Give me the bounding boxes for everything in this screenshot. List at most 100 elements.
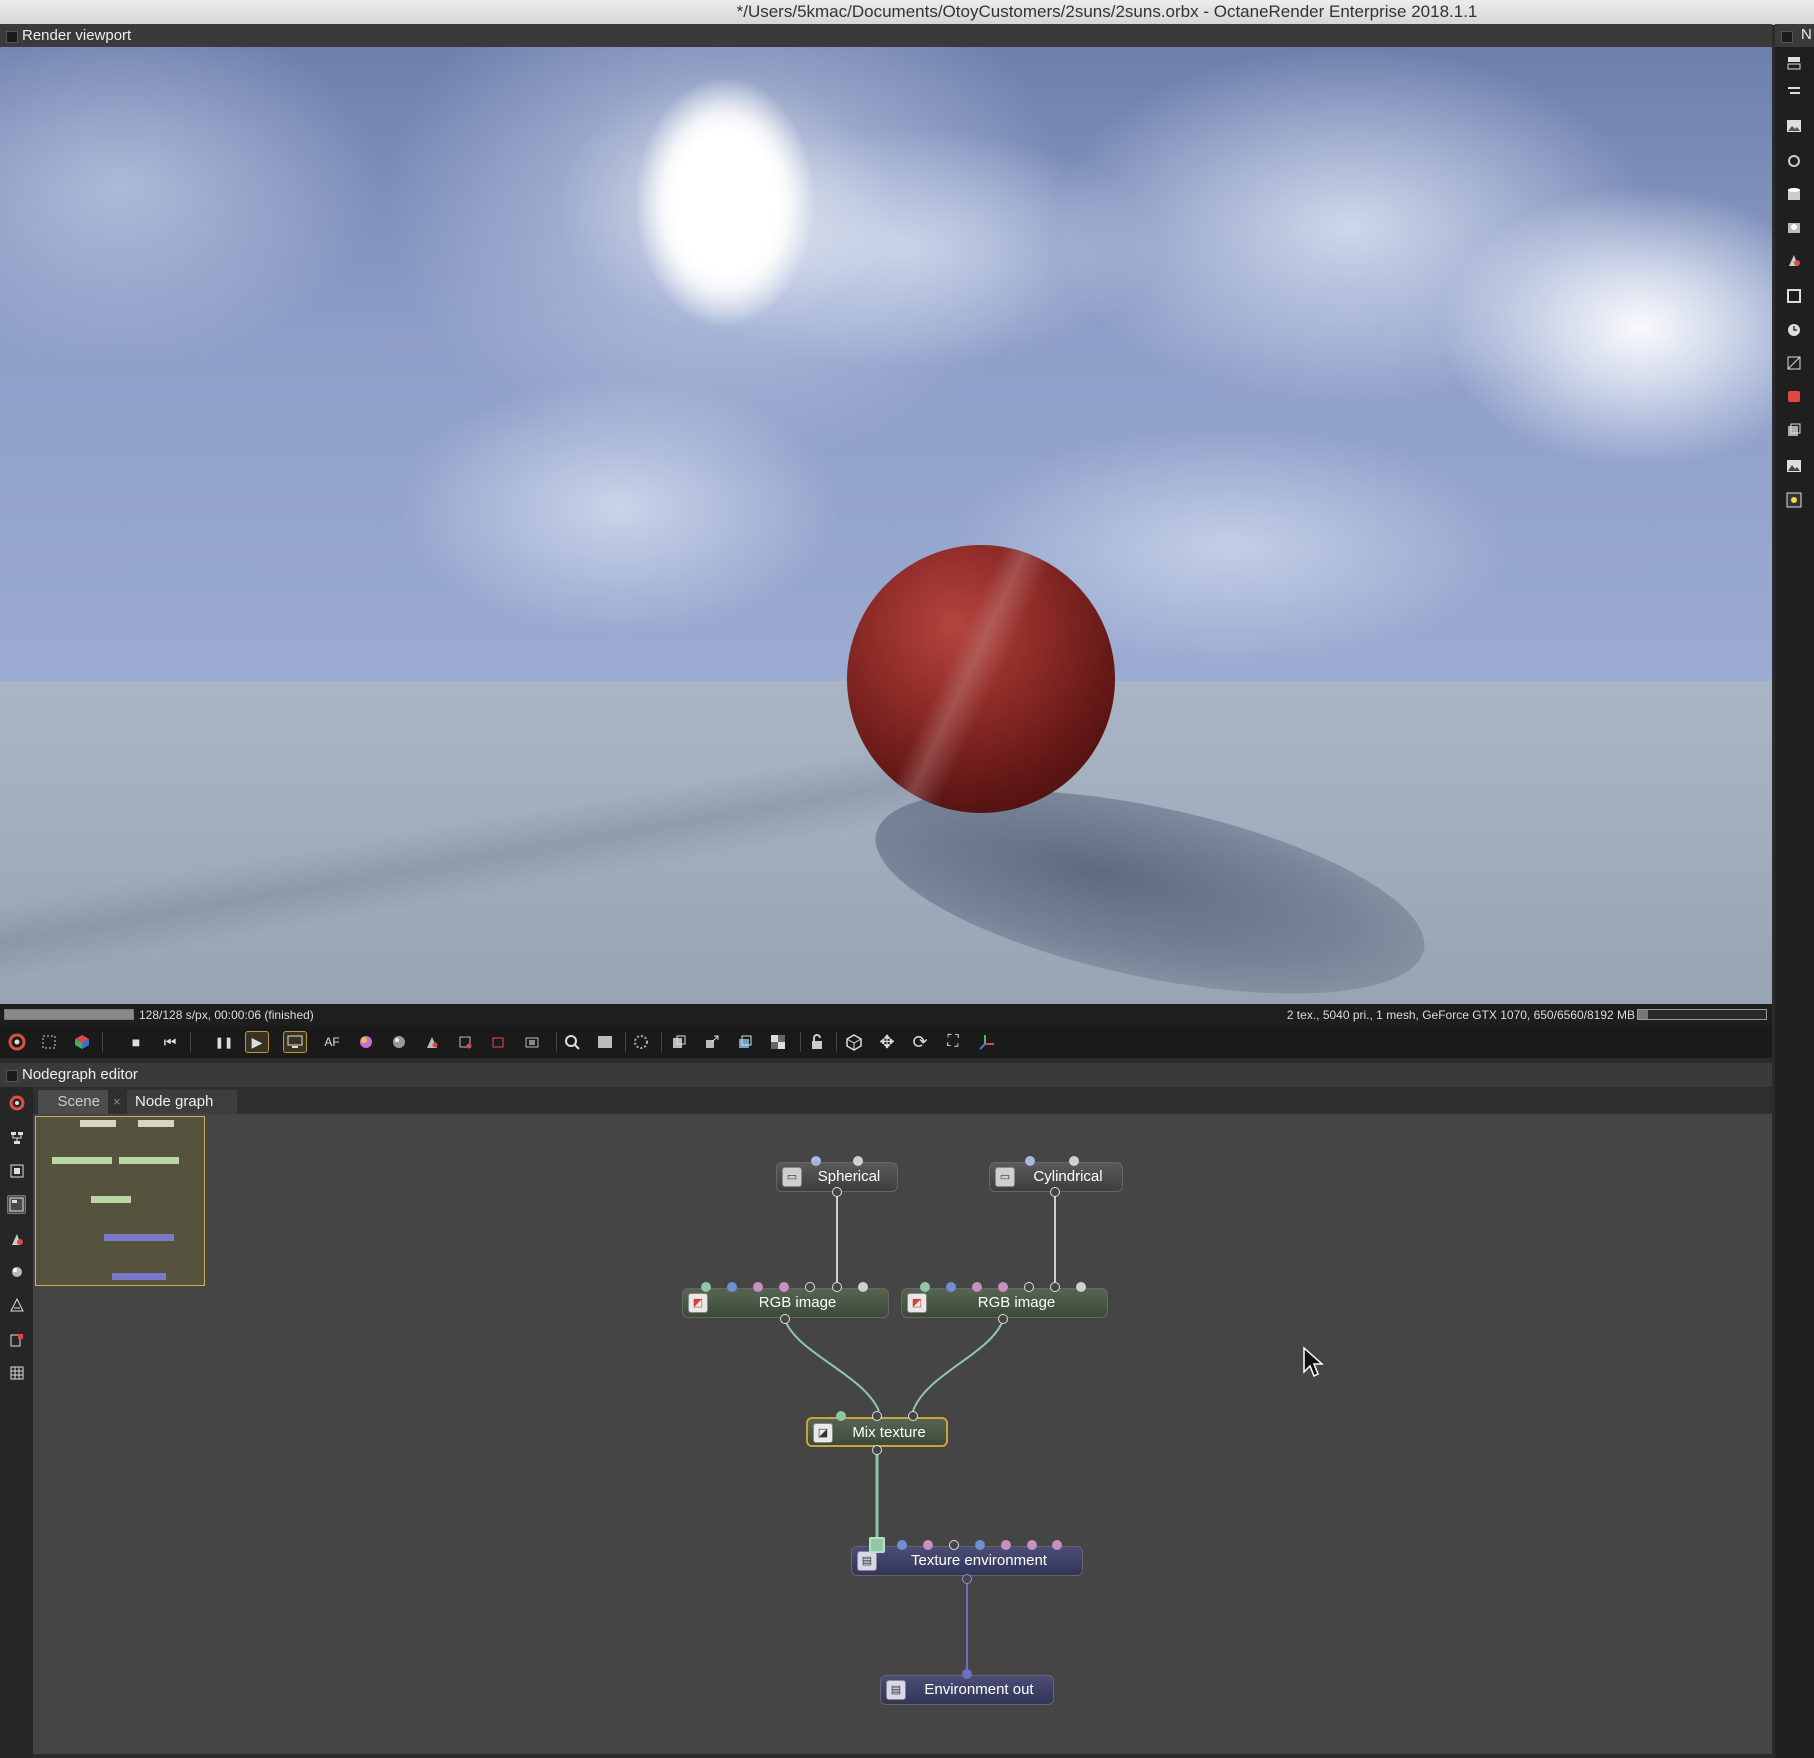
node-input-pin[interactable]: [949, 1540, 959, 1550]
node-input-pin[interactable]: [805, 1282, 815, 1292]
node-input-pin[interactable]: [946, 1282, 956, 1292]
grid-icon[interactable]: [7, 1363, 26, 1382]
camera-node-icon[interactable]: [1785, 152, 1803, 170]
af-icon[interactable]: AF: [320, 1031, 344, 1053]
node-output-pin[interactable]: [832, 1187, 842, 1197]
restart-icon[interactable]: ⏮: [158, 1031, 182, 1053]
color-picker-icon[interactable]: [354, 1031, 378, 1053]
node-input-pin[interactable]: [727, 1282, 737, 1292]
tab-scene[interactable]: Scene: [38, 1090, 108, 1114]
node-input-pin[interactable]: [972, 1282, 982, 1292]
spinner-icon[interactable]: [629, 1031, 653, 1053]
render-viewport[interactable]: [0, 47, 1772, 1004]
panel-layout-icon[interactable]: [1785, 54, 1803, 72]
cube-color-icon[interactable]: [70, 1031, 94, 1053]
node-input-pin[interactable]: [858, 1282, 868, 1292]
crop-icon[interactable]: [593, 1031, 617, 1053]
node-input-pin[interactable]: [897, 1540, 907, 1550]
material-icon[interactable]: [1785, 251, 1803, 269]
material-node-icon[interactable]: [7, 1229, 26, 1248]
node-input-pin[interactable]: [1050, 1282, 1060, 1292]
texture-node-icon[interactable]: [7, 1262, 26, 1281]
scale-icon[interactable]: ⛶: [941, 1031, 965, 1053]
list-icon[interactable]: [1785, 82, 1803, 100]
kernel-node-icon[interactable]: [7, 1330, 26, 1349]
node-label: Mix texture: [852, 1424, 926, 1441]
rotate-icon[interactable]: ⟳: [908, 1031, 932, 1053]
light-icon[interactable]: [1785, 491, 1803, 509]
node-input-pin[interactable]: [1069, 1156, 1079, 1166]
node-input-pin[interactable]: [811, 1156, 821, 1166]
stop-icon[interactable]: ■: [124, 1031, 148, 1053]
node-input-pin[interactable]: [836, 1411, 846, 1421]
geometry-icon[interactable]: [1785, 421, 1803, 439]
node-input-pin[interactable]: [962, 1669, 972, 1679]
fit-view-icon[interactable]: [37, 1031, 61, 1053]
tab-close-icon[interactable]: ×: [113, 1090, 121, 1114]
nodegraph-canvas[interactable]: ▭ Spherical ▭ Cylindrical ◩ RGB image ◩ …: [33, 1114, 1772, 1754]
image-icon[interactable]: [1785, 117, 1803, 135]
node-input-pin[interactable]: [1052, 1540, 1062, 1550]
film-settings-icon[interactable]: [1785, 287, 1803, 305]
node-output-pin[interactable]: [872, 1445, 882, 1455]
node-input-pin[interactable]: [975, 1540, 985, 1550]
axis-icon[interactable]: [975, 1031, 999, 1053]
export-icon[interactable]: [700, 1031, 724, 1053]
clock-icon[interactable]: [1785, 321, 1803, 339]
move-icon[interactable]: ✥: [875, 1031, 899, 1053]
film-region-icon[interactable]: [520, 1031, 544, 1053]
node-input-pin[interactable]: [920, 1282, 930, 1292]
node-mix-texture[interactable]: ◪ Mix texture: [806, 1417, 948, 1447]
environment-icon[interactable]: [1785, 185, 1803, 203]
focus-picker-icon[interactable]: [420, 1031, 444, 1053]
copy-icon[interactable]: [667, 1031, 691, 1053]
node-input-pin[interactable]: [779, 1282, 789, 1292]
node-input-pin[interactable]: [1027, 1540, 1037, 1550]
layers-icon[interactable]: [733, 1031, 757, 1053]
visible-environment-icon[interactable]: [1785, 218, 1803, 236]
node-input-pin[interactable]: [998, 1282, 1008, 1292]
node-input-pin[interactable]: [1024, 1282, 1034, 1292]
node-input-pin[interactable]: [1001, 1540, 1011, 1550]
play-icon[interactable]: ▶: [245, 1031, 269, 1053]
node-input-pin[interactable]: [908, 1411, 918, 1421]
region-icon[interactable]: [486, 1031, 510, 1053]
realtime-icon[interactable]: [283, 1031, 307, 1053]
node-texture-environment[interactable]: ▤ Texture environment: [851, 1546, 1083, 1576]
checker-icon[interactable]: [766, 1031, 790, 1053]
node-environment-out[interactable]: ▤ Environment out: [880, 1675, 1054, 1705]
octane-logo-icon[interactable]: [5, 1031, 29, 1053]
imager-icon[interactable]: [1785, 354, 1803, 372]
node-input-pin[interactable]: [753, 1282, 763, 1292]
toolbar-separator: [556, 1032, 557, 1052]
node-input-pin[interactable]: [832, 1282, 842, 1292]
box-icon[interactable]: [842, 1031, 866, 1053]
pause-icon[interactable]: ❚❚: [212, 1031, 236, 1053]
fit-graph-icon[interactable]: [7, 1161, 26, 1180]
node-input-pin[interactable]: [853, 1156, 863, 1166]
octane-logo-icon[interactable]: [7, 1093, 26, 1112]
tab-node-graph[interactable]: Node graph: [127, 1090, 237, 1114]
show-minimap-icon[interactable]: [7, 1195, 26, 1214]
toolbar-separator: [102, 1032, 103, 1052]
material-picker-icon[interactable]: [387, 1031, 411, 1053]
node-output-pin[interactable]: [1050, 1187, 1060, 1197]
node-output-pin[interactable]: [998, 1314, 1008, 1324]
node-input-pin[interactable]: [701, 1282, 711, 1292]
lock-icon[interactable]: [805, 1031, 829, 1053]
wire-rgb2-mix: [912, 1319, 1004, 1412]
node-input-pin[interactable]: [872, 1411, 882, 1421]
emission-node-icon[interactable]: [7, 1295, 26, 1314]
picture-icon[interactable]: [1785, 457, 1803, 475]
node-input-pin[interactable]: [923, 1540, 933, 1550]
node-output-pin[interactable]: [962, 1574, 972, 1584]
node-label: RGB image: [758, 1294, 837, 1311]
node-output-pin[interactable]: [780, 1314, 790, 1324]
arrange-nodes-icon[interactable]: [7, 1128, 26, 1147]
white-balance-icon[interactable]: [453, 1031, 477, 1053]
node-input-pin[interactable]: [1025, 1156, 1035, 1166]
node-input-pin[interactable]: [1076, 1282, 1086, 1292]
node-input-pin-texture[interactable]: [869, 1537, 885, 1553]
red-cube-icon[interactable]: [1785, 387, 1803, 405]
zoom-icon[interactable]: [560, 1031, 584, 1053]
